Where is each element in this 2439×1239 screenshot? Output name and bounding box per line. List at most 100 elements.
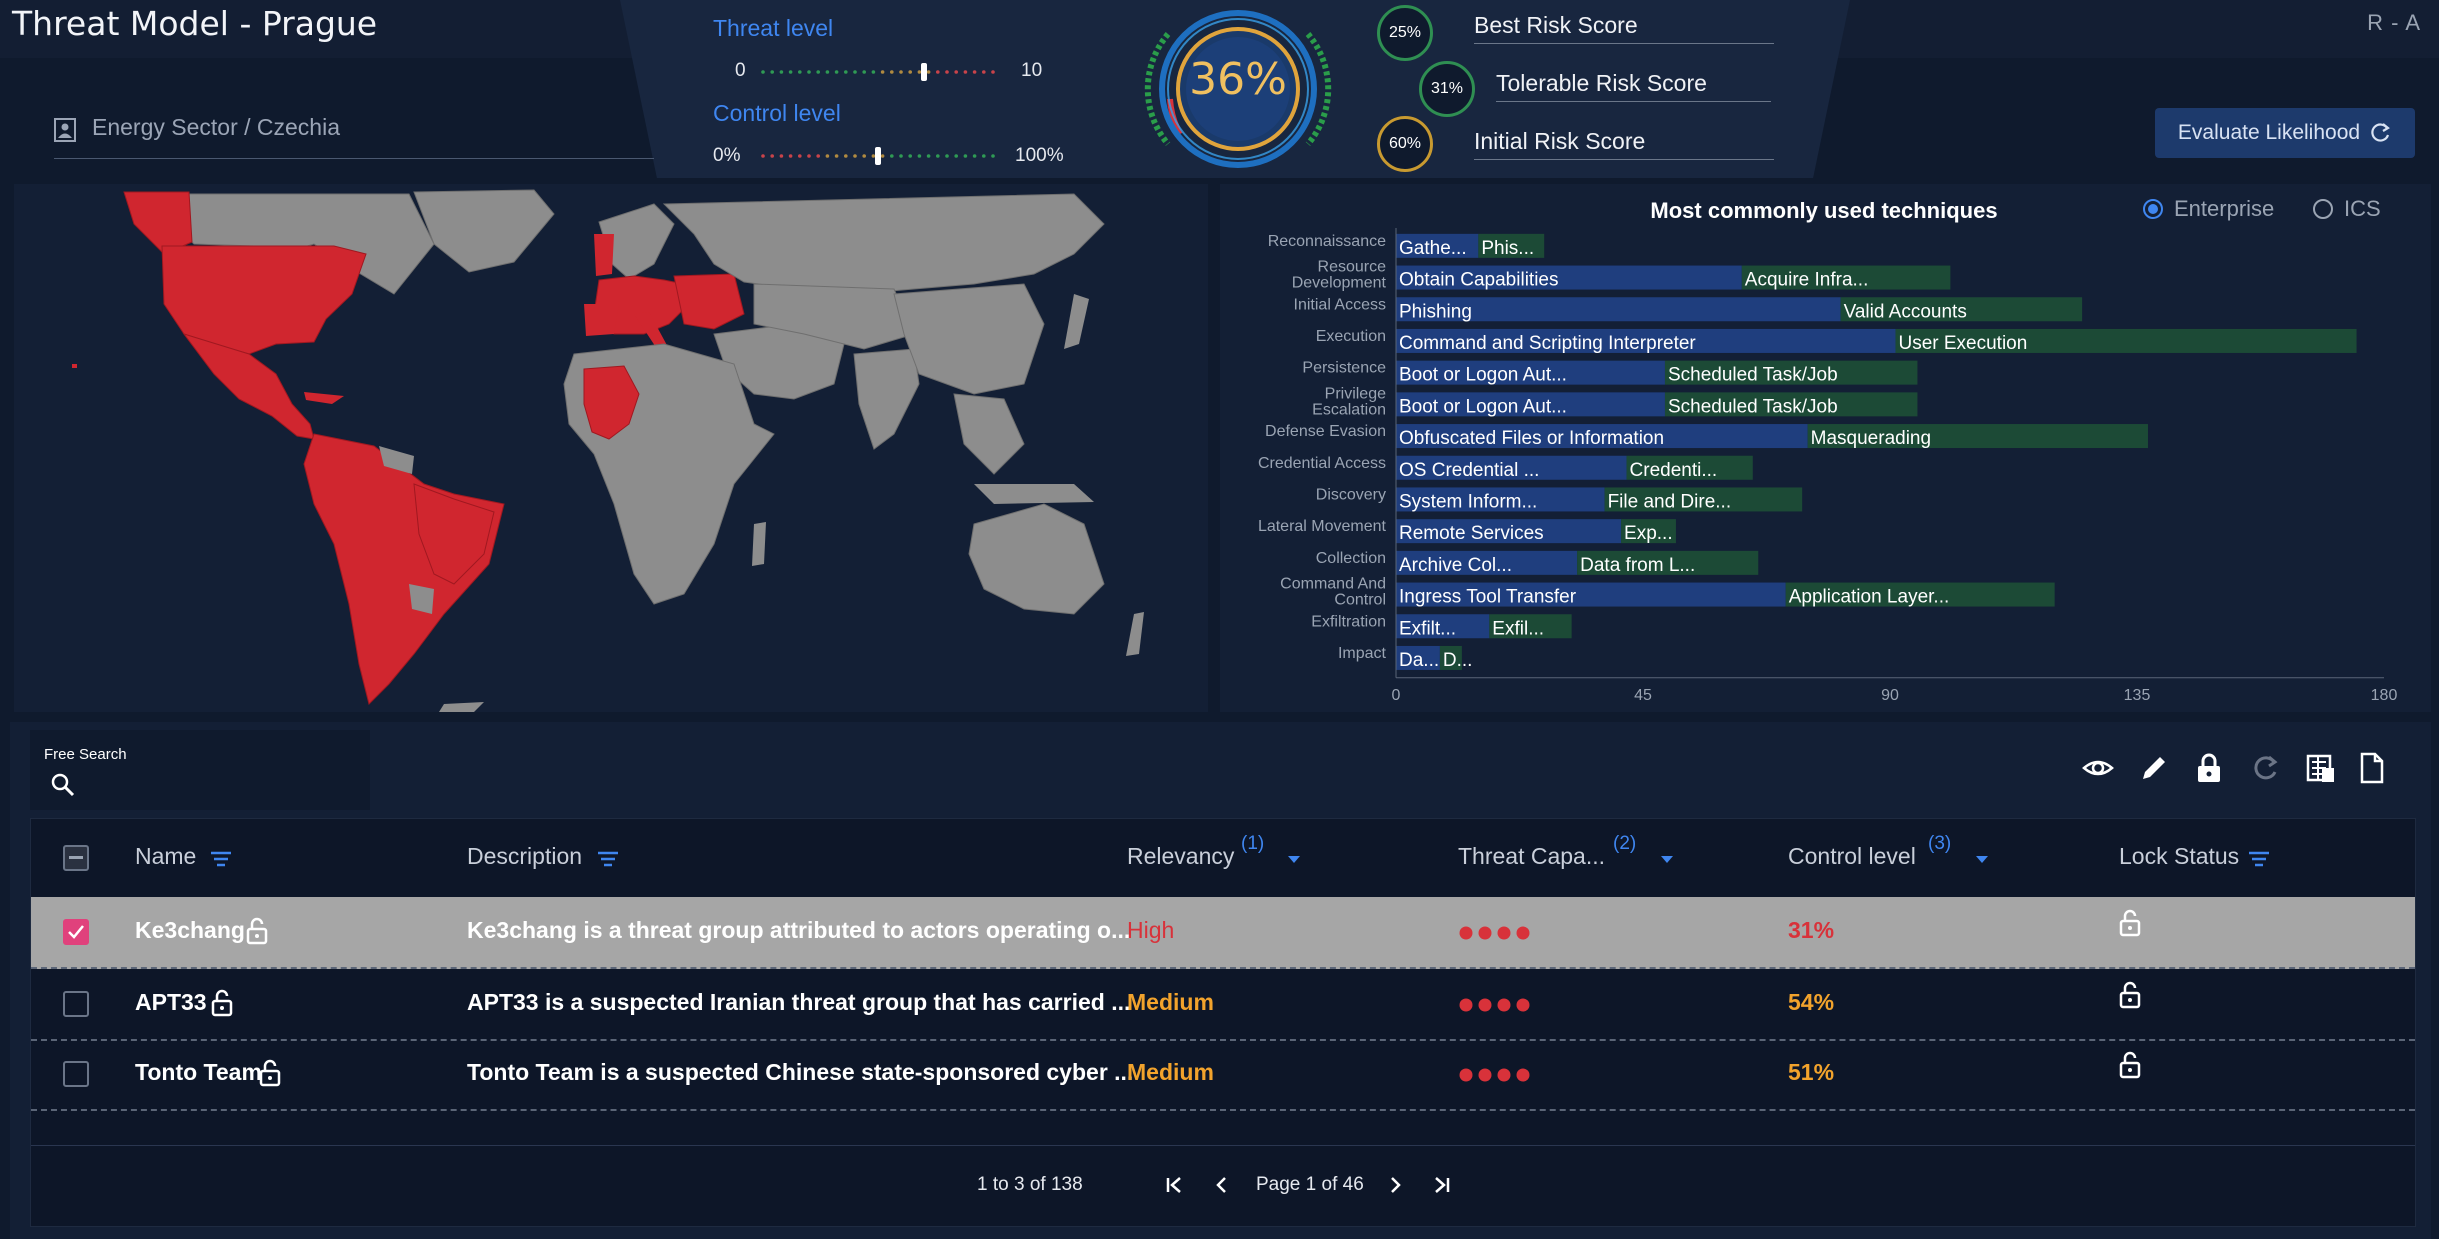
threat-level-min: 0: [735, 60, 746, 81]
bar-label: System Inform...: [1399, 491, 1537, 512]
sort-relevancy-icon[interactable]: [1287, 855, 1301, 865]
bar-label: Data from L...: [1580, 555, 1695, 576]
slider-tick: [945, 70, 949, 74]
table-row[interactable]: Ke3chang Ke3chang is a threat group attr…: [31, 897, 2415, 969]
check-icon: [68, 925, 84, 939]
threat-dot: [1459, 926, 1473, 940]
category-label: Persistence: [1302, 360, 1386, 377]
table-row[interactable]: APT33 APT33 is a suspected Iranian threa…: [31, 969, 2415, 1041]
threat-level-title: Threat level: [713, 15, 834, 41]
evaluate-likelihood-label: Evaluate Likelihood: [2177, 121, 2361, 144]
category-label: Control: [1334, 592, 1386, 609]
column-header-relevancy[interactable]: Relevancy: [1127, 843, 1234, 870]
evaluate-likelihood-button[interactable]: Evaluate Likelihood: [2155, 108, 2415, 158]
organization-label: Energy Sector / Czechia: [92, 114, 341, 140]
select-all-checkbox[interactable]: [63, 845, 89, 871]
bar-label: Exfilt...: [1399, 618, 1456, 639]
slider-tick: [982, 70, 986, 74]
map-hawaii: [72, 364, 77, 368]
map-madagascar: [752, 522, 766, 566]
slider-tick: [871, 154, 876, 158]
row-name[interactable]: Ke3chang: [135, 917, 245, 944]
bar-label: Acquire Infra...: [1745, 270, 1869, 291]
category-label: Resource: [1318, 259, 1387, 276]
bar-label: D...: [1443, 650, 1473, 671]
column-header-lock-status[interactable]: Lock Status: [2119, 843, 2239, 870]
bar-label: Ingress Tool Transfer: [1399, 587, 1577, 608]
control-level-min: 0%: [713, 145, 741, 166]
slider-tick: [926, 154, 931, 158]
lock-icon[interactable]: [2194, 752, 2224, 784]
user-initials[interactable]: R - A: [2367, 10, 2421, 36]
world-map: [72, 189, 1144, 712]
view-icon[interactable]: [2082, 752, 2114, 784]
bar-label: Boot or Logon Aut...: [1399, 365, 1567, 386]
map-australia: [968, 503, 1105, 615]
threat-level-slider[interactable]: [755, 60, 1005, 84]
sort-control-icon[interactable]: [1975, 855, 1989, 865]
row-checkbox-checked[interactable]: [63, 919, 89, 945]
table-row[interactable]: Tonto Team Tonto Team is a suspected Chi…: [31, 1039, 2415, 1111]
column-header-name[interactable]: Name: [135, 843, 196, 870]
techniques-bar-chart: Most commonly used techniques Reconnaiss…: [1258, 198, 2398, 704]
slider-tick: [798, 70, 802, 74]
bar-label: Gathe...: [1399, 238, 1467, 259]
column-header-description[interactable]: Description: [467, 843, 582, 870]
row-relevancy: Medium: [1127, 989, 1214, 1015]
filter-lock-icon[interactable]: [2249, 851, 2269, 867]
bar-label: Credenti...: [1630, 460, 1718, 481]
enterprise-radio[interactable]: Enterprise: [2142, 196, 2274, 222]
row-name[interactable]: Tonto Team: [135, 1059, 262, 1086]
free-search-box[interactable]: [30, 730, 370, 810]
slider-tick: [936, 70, 940, 74]
threat-dot: [1478, 926, 1492, 940]
page-title: Threat Model - Prague: [12, 4, 378, 43]
map-greenland: [413, 189, 555, 273]
category-label: Collection: [1316, 550, 1386, 567]
grid-footer-divider: [31, 1145, 2415, 1146]
threat-dot: [1516, 1068, 1530, 1082]
slider-tick: [798, 154, 802, 158]
lock-status-icon[interactable]: [2119, 1051, 2141, 1079]
row-description: Ke3chang is a threat group attributed to…: [467, 917, 1131, 943]
previous-page-icon[interactable]: [1212, 1175, 1232, 1195]
category-label: Escalation: [1312, 401, 1386, 418]
slider-tick: [963, 70, 968, 74]
sort-threat-icon[interactable]: [1660, 855, 1674, 865]
export-excel-icon[interactable]: [2304, 752, 2336, 784]
filter-description-icon[interactable]: [598, 851, 618, 867]
slider-tick: [779, 154, 784, 158]
bar-label: Phis...: [1481, 238, 1534, 259]
category-label: Development: [1292, 275, 1387, 292]
bar-label: OS Credential ...: [1399, 460, 1539, 481]
control-level-title: Control level: [713, 100, 841, 126]
last-page-icon[interactable]: [1432, 1175, 1452, 1195]
filter-name-icon[interactable]: [211, 851, 231, 867]
slider-tick: [862, 154, 866, 158]
slider-tick: [862, 70, 866, 74]
slider-handle: [875, 147, 881, 165]
search-icon[interactable]: [50, 772, 76, 798]
column-header-control-level[interactable]: Control level: [1788, 843, 1916, 870]
lock-status-icon[interactable]: [2119, 909, 2141, 937]
bar-label: Scheduled Task/Job: [1668, 365, 1838, 386]
ics-radio[interactable]: ICS: [2312, 196, 2381, 222]
row-checkbox[interactable]: [63, 991, 89, 1017]
unlocked-icon: [259, 1059, 281, 1087]
reset-icon[interactable]: [2250, 752, 2280, 784]
category-label: Command And: [1280, 576, 1386, 593]
row-checkbox[interactable]: [63, 1061, 89, 1087]
control-level-slider[interactable]: [755, 144, 1005, 168]
lock-status-icon[interactable]: [2119, 981, 2141, 1009]
export-document-icon[interactable]: [2358, 752, 2386, 784]
threat-dot: [1497, 998, 1511, 1012]
next-page-icon[interactable]: [1385, 1175, 1405, 1195]
bar-label: Remote Services: [1399, 523, 1544, 544]
edit-icon[interactable]: [2138, 752, 2170, 784]
map-eastern-europe: [673, 273, 745, 330]
category-label: Discovery: [1316, 486, 1386, 503]
organization-field[interactable]: Energy Sector / Czechia: [54, 108, 654, 159]
first-page-icon[interactable]: [1164, 1175, 1184, 1195]
column-header-threat-capability[interactable]: Threat Capa...: [1458, 843, 1605, 870]
row-name[interactable]: APT33: [135, 989, 207, 1016]
